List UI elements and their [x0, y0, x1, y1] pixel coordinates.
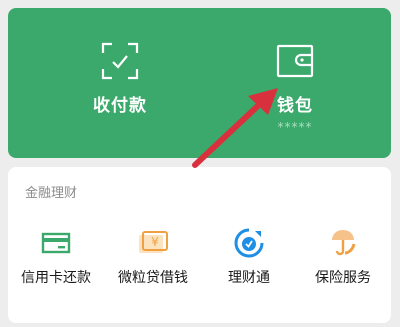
credit-card-icon	[41, 232, 71, 254]
licaitong-button[interactable]: 理财通	[201, 227, 297, 297]
pay-button[interactable]: 收付款	[40, 8, 200, 158]
scan-check-icon	[101, 42, 139, 80]
svg-text:¥: ¥	[151, 235, 159, 249]
licaitong-icon	[234, 228, 264, 258]
umbrella-hand-icon	[332, 230, 356, 256]
insurance-service-button[interactable]: 保险服务	[295, 227, 391, 297]
service-label: 保险服务	[315, 270, 371, 286]
pay-label: 收付款	[93, 96, 147, 116]
service-label: 理财通	[228, 270, 270, 286]
wallet-label: 钱包	[277, 96, 313, 116]
wallet-panel: 收付款 钱包 *****	[8, 8, 391, 158]
section-title: 金融理财	[25, 186, 78, 201]
wallet-button[interactable]: 钱包 *****	[215, 8, 375, 158]
service-label: 微粒贷借钱	[118, 270, 188, 286]
credit-card-repay-button[interactable]: 信用卡还款	[8, 227, 104, 297]
service-label: 信用卡还款	[21, 270, 91, 286]
yen-card-icon: ¥	[139, 231, 168, 253]
wallet-icon	[276, 44, 314, 78]
wallet-balance: *****	[277, 120, 313, 134]
weilidai-loan-button[interactable]: ¥ 微粒贷借钱	[105, 227, 201, 297]
finance-section: 金融理财 信用卡还款 ¥ 微粒贷借钱 理财通 保险服务	[8, 167, 391, 323]
